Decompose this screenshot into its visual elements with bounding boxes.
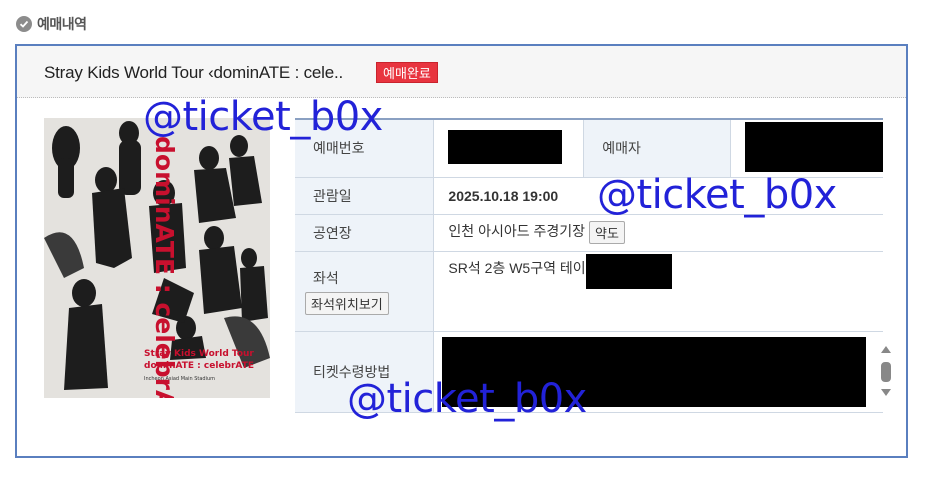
venue-label: 공연장 — [295, 214, 435, 252]
map-button[interactable]: 약도 — [589, 221, 625, 244]
seat-cell: SR석 2층 W5구역 테이 — [433, 251, 883, 332]
poster-image[interactable]: dominATE : celebrATE Stray Kids World To… — [44, 118, 270, 398]
pickup-scrollbar[interactable] — [879, 346, 893, 398]
scroll-thumb[interactable] — [881, 362, 891, 382]
status-badge: 예매완료 — [376, 62, 438, 83]
date-label: 관람일 — [295, 177, 435, 215]
check-icon — [16, 16, 32, 32]
seat-value: SR석 2층 W5구역 테이 — [448, 259, 586, 276]
watermark-middle: @ticket_b0x — [597, 172, 837, 218]
redacted-booker — [745, 121, 883, 172]
seat-view-button[interactable]: 좌석위치보기 — [305, 291, 389, 315]
poster-venue: Incheon Asiad Main Stadium — [144, 376, 215, 382]
booking-number-value — [433, 118, 584, 178]
venue-value: 인천 아시아드 주경기장 — [448, 223, 586, 240]
scroll-down-icon[interactable] — [881, 389, 891, 396]
poster-line2: dominATE : celebrATE — [144, 361, 254, 371]
venue-cell: 인천 아시아드 주경기장 약도 — [433, 214, 883, 252]
watermark-bottom: @ticket_b0x — [347, 376, 587, 422]
seat-label: 좌석 — [313, 269, 339, 286]
seat-label-cell: 좌석 좌석위치보기 — [295, 251, 435, 332]
booker-label: 예매자 — [583, 118, 731, 178]
booker-value — [730, 118, 883, 178]
scroll-up-icon[interactable] — [881, 346, 891, 353]
section-header: 예매내역 — [16, 14, 87, 34]
redacted-booking-number — [448, 129, 563, 164]
poster-line1: Stray Kids World Tour — [144, 349, 254, 359]
redacted-seat — [585, 253, 672, 289]
booking-header: Stray Kids World Tour ‹dominATE : cele..… — [17, 46, 906, 98]
section-title: 예매내역 — [37, 16, 87, 32]
booking-info-table: 예매번호 예매자 관람일 2025.10.18 19:00 공연장 인천 아시아… — [295, 118, 883, 413]
watermark-top: @ticket_b0x — [143, 94, 383, 140]
show-title[interactable]: Stray Kids World Tour ‹dominATE : cele.. — [44, 63, 343, 83]
